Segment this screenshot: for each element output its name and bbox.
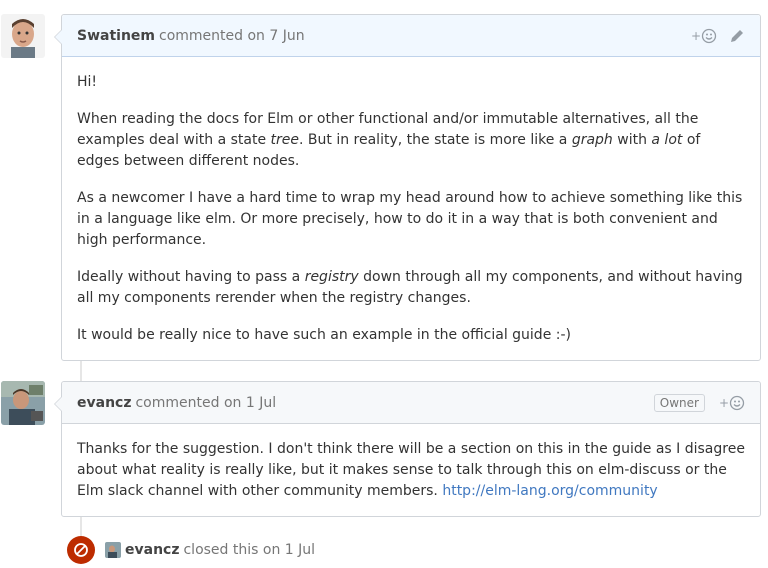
comment-1: Swatinem commented on 7 Jun + Hi! When re…	[54, 14, 761, 361]
paragraphs: Hi! When reading the docs for Elm or othe…	[77, 72, 745, 346]
add-reaction-button[interactable]: +	[691, 28, 717, 44]
plus-glyph: +	[690, 28, 701, 43]
owner-badge: Owner	[653, 393, 705, 412]
comment-body: Thanks for the suggestion. I don't think…	[62, 424, 760, 524]
emphasis-text: registry	[304, 269, 359, 285]
comment-arrow	[54, 29, 62, 45]
comment-timestamp[interactable]: commented on 7 Jun	[159, 28, 305, 44]
paragraph-text: with	[612, 132, 652, 148]
paragraph-text: Hi!	[77, 74, 98, 90]
paragraph-text: It would be really nice to have such an …	[77, 327, 571, 343]
add-reaction-button[interactable]: +	[719, 395, 745, 411]
comment-actions: Owner +	[653, 393, 745, 412]
paragraph-text: . But in reality, the state is more like…	[299, 132, 572, 148]
add-reaction-icon	[701, 28, 717, 43]
closed-circle-slash-icon	[67, 536, 95, 564]
comment-paragraph: When reading the docs for Elm or other f…	[77, 109, 745, 172]
comment-author[interactable]: evancz	[77, 395, 131, 411]
comment-author[interactable]: Swatinem	[77, 28, 155, 44]
comment-paragraph: Thanks for the suggestion. I don't think…	[77, 439, 745, 502]
plus-glyph: +	[718, 395, 729, 410]
emphasis-text: a lot	[651, 132, 683, 148]
event-actor[interactable]: evancz	[125, 542, 179, 558]
event-text: closed this on 1 Jul	[183, 542, 316, 558]
comment-actions: +	[691, 28, 745, 44]
closed-event: evancz closed this on 1 Jul	[67, 536, 315, 564]
comment-arrow	[54, 396, 62, 412]
pencil-edit-icon[interactable]	[729, 28, 745, 44]
paragraph-text: Ideally without having to pass a	[77, 269, 305, 285]
comment-paragraph: Hi!	[77, 72, 745, 93]
comment-2: evancz commented on 1 Jul Owner + Thanks…	[54, 381, 761, 517]
comment-header: Swatinem commented on 7 Jun +	[54, 15, 760, 57]
comment-paragraph: As a newcomer I have a hard time to wrap…	[77, 188, 745, 251]
community-link[interactable]: http://elm-lang.org/community	[442, 483, 657, 499]
paragraph-text: As a newcomer I have a hard time to wrap…	[77, 190, 743, 248]
add-reaction-icon	[729, 395, 745, 410]
emphasis-text: graph	[571, 132, 613, 148]
comment-body: Hi! When reading the docs for Elm or othe…	[62, 57, 760, 368]
avatar-swatinem[interactable]	[1, 14, 45, 58]
emphasis-text: tree	[270, 132, 300, 148]
event-actor-avatar[interactable]	[105, 542, 121, 558]
comment-paragraph: Ideally without having to pass a registr…	[77, 267, 745, 309]
paragraphs: Thanks for the suggestion. I don't think…	[77, 439, 745, 502]
avatar-evancz[interactable]	[1, 381, 45, 425]
comment-header: evancz commented on 1 Jul Owner +	[54, 382, 760, 424]
comment-timestamp[interactable]: commented on 1 Jul	[135, 395, 276, 411]
comment-paragraph: It would be really nice to have such an …	[77, 325, 745, 346]
